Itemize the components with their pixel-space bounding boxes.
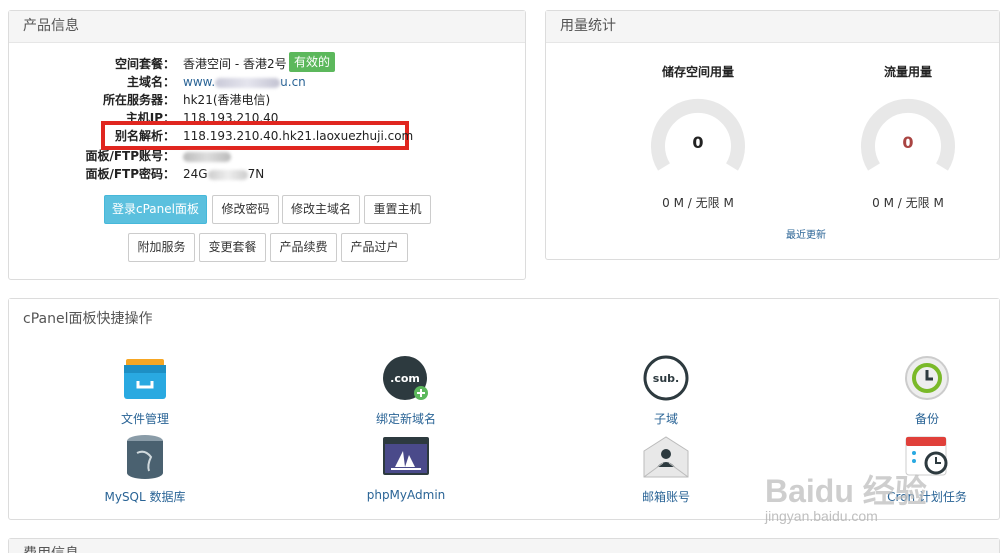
ftp-password-label: 面板/FTP密码： [85, 167, 175, 181]
redacted-blur [183, 151, 231, 162]
subdomain-shortcut[interactable]: sub. 子域 [606, 355, 726, 427]
change-plan-button[interactable]: 变更套餐 [199, 233, 266, 262]
usage-title: 用量统计 [546, 11, 999, 43]
watermark-url: jingyan.baidu.com [765, 508, 878, 524]
email-accounts-icon [643, 436, 689, 478]
storage-usage-value: 0 [692, 133, 704, 152]
package-value: 香港空间 - 香港2号 [183, 57, 287, 71]
info-row-ftp-account: 面板/FTP账号： [9, 147, 527, 165]
status-badge: 有效的 [289, 52, 336, 72]
redacted-blur [215, 77, 281, 88]
usage-panel: 用量统计 储存空间用量 0 0 M / 无限 M 流量用量 0 0 M / 无限… [545, 10, 1000, 260]
traffic-usage-value: 0 [902, 133, 914, 152]
mysql-label[interactable]: MySQL 数据库 [85, 488, 205, 505]
svg-text:.com: .com [390, 372, 420, 385]
ftp-account-label: 面板/FTP账号： [85, 149, 175, 163]
alias-label: 别名解析： [114, 129, 175, 143]
addon-service-button[interactable]: 附加服务 [128, 233, 195, 262]
change-domain-button[interactable]: 修改主域名 [282, 195, 360, 224]
traffic-usage-title: 流量用量 [883, 65, 932, 79]
server-value: hk21(香港电信) [183, 93, 271, 107]
subdomain-label[interactable]: 子域 [606, 410, 726, 427]
reset-host-button[interactable]: 重置主机 [364, 195, 431, 224]
email-accounts-shortcut[interactable]: 邮箱账号 [606, 433, 726, 505]
svg-text:sub.: sub. [653, 372, 679, 385]
info-row-server: 所在服务器： hk21(香港电信) [9, 91, 527, 109]
phpmyadmin-shortcut[interactable]: phpMyAdmin [346, 433, 466, 502]
file-manager-shortcut[interactable]: 文件管理 [85, 355, 205, 427]
domain-label: 主域名： [126, 75, 175, 89]
addon-domain-icon: .com [383, 356, 428, 400]
file-manager-label[interactable]: 文件管理 [85, 410, 205, 427]
mysql-icon [127, 435, 163, 479]
cpanel-title: cPanel面板快捷操作 [9, 299, 999, 339]
product-info-title: 产品信息 [9, 11, 525, 43]
package-label: 空间套餐： [114, 57, 175, 71]
subdomain-icon: sub. [643, 355, 689, 401]
file-manager-icon [124, 359, 166, 399]
mysql-shortcut[interactable]: MySQL 数据库 [85, 433, 205, 505]
server-label: 所在服务器： [102, 93, 175, 107]
info-row-alias: 别名解析： 118.193.210.40.hk21.laoxuezhuji.co… [9, 127, 527, 145]
info-row-ftp-password: 面板/FTP密码： 24G 7N [9, 165, 527, 183]
storage-usage-sub: 0 M / 无限 M [662, 196, 734, 210]
login-cpanel-button[interactable]: 登录cPanel面板 [104, 195, 207, 224]
alias-value: 118.193.210.40.hk21.laoxuezhuji.com [183, 129, 414, 143]
domain-value[interactable]: www. u.cn [183, 73, 306, 91]
renew-button[interactable]: 产品续费 [270, 233, 337, 262]
addon-domain-shortcut[interactable]: .com 绑定新域名 [346, 355, 466, 427]
info-row-package: 空间套餐： 香港空间 - 香港2号 有效的 [9, 52, 527, 73]
product-info-panel: 产品信息 空间套餐： 香港空间 - 香港2号 有效的 主域名： www. u.cn… [8, 10, 526, 280]
watermark-brand: Baidu 经验 [765, 473, 927, 509]
transfer-button[interactable]: 产品过户 [341, 233, 408, 262]
backup-label[interactable]: 备份 [867, 410, 987, 427]
phpmyadmin-icon [383, 437, 429, 475]
ftp-account-value [183, 147, 231, 165]
info-row-domain: 主域名： www. u.cn [9, 73, 527, 91]
redacted-blur [207, 169, 248, 180]
billing-title: 费用信息 [9, 539, 999, 553]
addon-domain-label[interactable]: 绑定新域名 [346, 410, 466, 427]
recent-update-link[interactable]: 最近更新 [786, 226, 826, 241]
backup-shortcut[interactable]: 备份 [867, 355, 987, 427]
change-password-button[interactable]: 修改密码 [212, 195, 279, 224]
traffic-usage-sub: 0 M / 无限 M [872, 196, 944, 210]
ftp-password-value: 24G 7N [183, 167, 265, 181]
email-accounts-label[interactable]: 邮箱账号 [606, 488, 726, 505]
backup-icon [905, 356, 949, 400]
billing-panel: 费用信息 [8, 538, 1000, 553]
phpmyadmin-label[interactable]: phpMyAdmin [346, 488, 466, 502]
storage-usage-title: 储存空间用量 [661, 65, 734, 79]
